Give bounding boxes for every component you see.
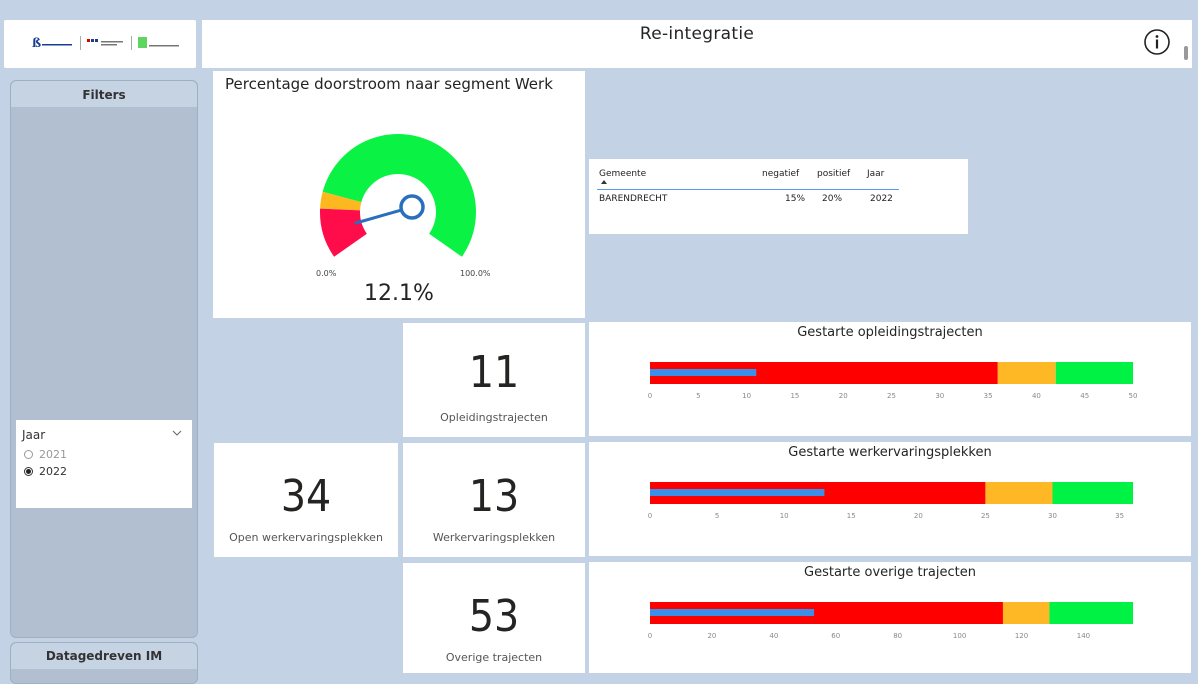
bullet-range-high [1049, 602, 1133, 624]
datagedreven-pane: Datagedreven IM [10, 642, 198, 684]
bullet-card-werkervaringsplekken: Gestarte werkervaringsplekken 0 5 10 15 20 25… [589, 442, 1191, 556]
kpi-card-werkervaringsplekken: 13 Werkervaringsplekken [403, 443, 585, 557]
chevron-down-icon[interactable] [172, 430, 182, 436]
gauge-segment-low [320, 208, 367, 257]
partner-logos: ß [32, 36, 182, 50]
sort-ascending-icon[interactable] [601, 180, 607, 184]
tick-label: 30 [935, 392, 944, 400]
col-header-jaar[interactable]: Jaar [867, 169, 884, 179]
tick-label: 120 [1015, 632, 1028, 640]
tick-label: 20 [914, 512, 923, 520]
kpi-label: Overige trajecten [445, 651, 543, 664]
tick-label: 45 [1080, 392, 1089, 400]
bullet-range-mid [985, 482, 1053, 504]
tick-label: 5 [715, 512, 719, 520]
tick-label: 30 [1048, 512, 1057, 520]
bullet-value-bar [650, 609, 815, 616]
kpi-value: 13 [468, 471, 520, 522]
tick-label: 50 [1129, 392, 1138, 400]
jaar-slicer-label: Jaar [22, 428, 46, 442]
jaar-option-2022[interactable]: 2022 [24, 465, 67, 478]
gauge-min-label: 0.0% [316, 269, 337, 278]
radio-button[interactable] [24, 450, 33, 459]
kpi-value: 34 [280, 471, 332, 522]
tick-label: 5 [696, 392, 700, 400]
tick-label: 20 [707, 632, 716, 640]
kpi-value: 53 [468, 591, 520, 642]
tick-label: 100 [953, 632, 966, 640]
tick-label: 40 [769, 632, 778, 640]
tick-label: 20 [839, 392, 848, 400]
kpi-label: Werkervaringsplekken [432, 531, 556, 544]
gauge-needle-hub [399, 194, 425, 220]
jaar-option-label: 2022 [39, 465, 67, 478]
tick-label: 25 [887, 392, 896, 400]
tick-label: 10 [780, 512, 789, 520]
datagedreven-pane-title: Datagedreven IM [11, 643, 197, 669]
tick-label: 0 [648, 392, 652, 400]
page-title: Re-integratie [639, 24, 755, 44]
bullet-value-bar [650, 369, 757, 376]
kpi-label: Opleidingstrajecten [440, 411, 548, 424]
col-header-negatief[interactable]: negatief [762, 169, 799, 179]
jaar-slicer: Jaar 2021 2022 [16, 420, 192, 508]
tick-label: 25 [981, 512, 990, 520]
kpi-card-opleidingstrajecten: 11 Opleidingstrajecten [403, 323, 585, 437]
filter-pane-title: Filters [11, 81, 197, 107]
title-bar: Re-integratie [202, 20, 1192, 68]
kpi-label: Open werkervaringsplekken [229, 531, 383, 544]
header-divider [597, 189, 899, 190]
jaar-option-label: 2021 [39, 448, 67, 461]
filter-pane: Filters [10, 80, 198, 638]
table-cell: 20% [822, 194, 843, 204]
gauge-max-label: 100.0% [460, 269, 491, 278]
table-cell: 15% [785, 194, 806, 204]
tick-label: 15 [790, 392, 799, 400]
tick-label: 60 [831, 632, 840, 640]
tick-label: 35 [1115, 512, 1124, 520]
gauge-needle [354, 208, 403, 225]
bullet-range-mid [1002, 602, 1050, 624]
col-header-gemeente[interactable]: Gemeente [599, 169, 646, 179]
gauge-card: Percentage doorstroom naar segment Werk … [213, 71, 585, 318]
kpi-card-open-werkervaringsplekken: 34 Open werkervaringsplekken [214, 443, 398, 557]
bullet-chart: 0 20 40 60 80 100 120 140 [648, 602, 1133, 640]
logo-area: ß [4, 20, 196, 68]
scrollbar[interactable] [1184, 46, 1188, 60]
tick-label: 140 [1077, 632, 1090, 640]
kpi-value: 11 [468, 347, 520, 398]
bullet-range-mid [997, 362, 1056, 384]
bullet-range-high [1052, 482, 1133, 504]
bullet-card-overige-trajecten: Gestarte overige trajecten 0 20 40 60 80 100 1… [589, 562, 1191, 673]
tick-label: 0 [648, 632, 652, 640]
table-cell: BARENDRECHT [599, 194, 668, 204]
tick-label: 0 [648, 512, 652, 520]
bullet-chart: 0 5 10 15 20 25 30 35 40 45 50 [648, 362, 1138, 400]
tick-label: 80 [893, 632, 902, 640]
tick-label: 40 [1032, 392, 1041, 400]
gemeente-logo-icon [138, 37, 179, 48]
bullet-card-opleidingstrajecten: Gestarte opleidingstrajecten 0 5 10 15 20 25 3… [589, 322, 1191, 436]
gauge-value: 12.1% [364, 281, 434, 306]
table-card: Gemeente negatief positief Jaar BARENDRE… [589, 159, 968, 234]
radio-button-selected[interactable] [24, 467, 33, 476]
tick-label: 35 [984, 392, 993, 400]
tick-label: 15 [847, 512, 856, 520]
bullet-value-bar [650, 489, 825, 496]
tick-label: 10 [742, 392, 751, 400]
col-header-positief[interactable]: positief [817, 169, 850, 179]
barendrecht-logo-icon: ß [32, 36, 72, 50]
svg-text:ß: ß [32, 36, 41, 50]
bullet-chart: 0 5 10 15 20 25 30 35 [648, 482, 1133, 520]
bullet-range-high [1055, 362, 1133, 384]
kpi-card-overige-trajecten: 53 Overige trajecten [403, 563, 585, 673]
table-cell: 2022 [870, 194, 893, 204]
info-icon[interactable] [1143, 28, 1171, 56]
jaar-option-2021[interactable]: 2021 [24, 448, 67, 461]
ministry-logo-icon [87, 39, 123, 46]
